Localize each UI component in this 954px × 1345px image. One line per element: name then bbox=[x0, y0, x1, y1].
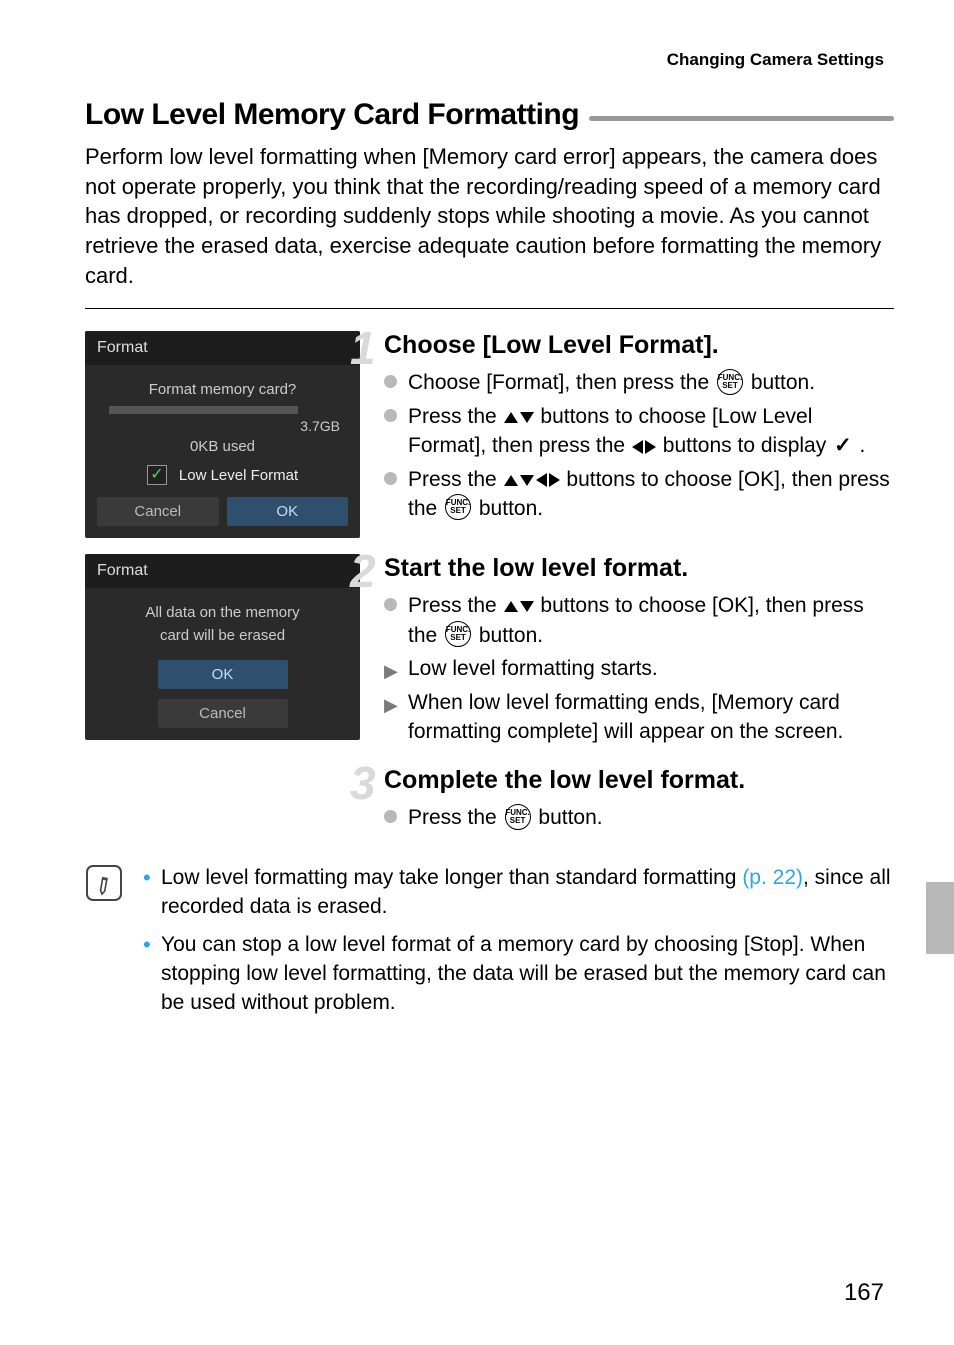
text: buttons to display bbox=[663, 434, 832, 457]
step-number-2: 2 bbox=[350, 544, 376, 598]
note-1: • Low level formatting may take longer t… bbox=[143, 863, 894, 922]
text: button. bbox=[538, 806, 602, 829]
step-1-item-3: Press the buttons to choose [OK], then p… bbox=[384, 465, 894, 524]
bullet-icon bbox=[384, 598, 397, 611]
left-arrow-icon bbox=[632, 440, 643, 454]
text: Press the bbox=[408, 468, 503, 491]
bullet-icon bbox=[384, 472, 397, 485]
step-1-title: Choose [Low Level Format]. bbox=[384, 331, 894, 360]
step-3-row: 3 Complete the low level format. Press t… bbox=[85, 766, 894, 836]
note-bullet-icon: • bbox=[143, 930, 151, 961]
step-2-item-1: Press the buttons to choose [OK], then p… bbox=[384, 591, 894, 650]
text: button. bbox=[479, 497, 543, 520]
capacity-value: 3.7GB bbox=[300, 418, 340, 434]
text: Choose [Format], then press the bbox=[408, 371, 715, 394]
check-icon: ✓ bbox=[150, 467, 163, 483]
down-arrow-icon bbox=[520, 601, 534, 612]
text: Press the bbox=[408, 806, 503, 829]
text: You can stop a low level format of a mem… bbox=[161, 933, 886, 1015]
camera-screen-format: Format Format memory card? 3.7GB 0KB use… bbox=[85, 331, 360, 538]
check-icon: ✓ bbox=[834, 434, 852, 457]
down-arrow-icon bbox=[520, 475, 534, 486]
bullet-icon bbox=[384, 375, 397, 388]
step-number-3: 3 bbox=[350, 756, 376, 810]
notes-box: • Low level formatting may take longer t… bbox=[85, 863, 894, 1026]
used-value: 0KB used bbox=[97, 438, 348, 455]
screen2-title: Format bbox=[85, 554, 360, 588]
ok-button[interactable]: OK bbox=[227, 497, 349, 526]
step-1-item-1: Choose [Format], then press the FUNC.SET… bbox=[384, 368, 894, 397]
up-arrow-icon bbox=[504, 412, 518, 423]
note-pencil-icon bbox=[86, 865, 122, 901]
note-2: • You can stop a low level format of a m… bbox=[143, 930, 894, 1018]
func-set-icon: FUNC.SET bbox=[505, 804, 531, 830]
section-title: Low Level Memory Card Formatting bbox=[85, 98, 579, 132]
low-level-option-label: Low Level Format bbox=[179, 467, 298, 484]
capacity-bar bbox=[109, 406, 298, 414]
screen1-title: Format bbox=[85, 331, 360, 365]
screen2-line1: All data on the memory bbox=[97, 604, 348, 621]
right-arrow-icon bbox=[645, 440, 656, 454]
camera-screen-confirm: Format All data on the memory card will … bbox=[85, 554, 360, 740]
text: Press the bbox=[408, 405, 503, 428]
up-arrow-icon bbox=[504, 475, 518, 486]
checkbox-icon: ✓ bbox=[147, 465, 167, 485]
intro-paragraph: Perform low level formatting when [Memor… bbox=[85, 142, 894, 290]
note-bullet-icon: • bbox=[143, 863, 151, 894]
cancel-button[interactable]: Cancel bbox=[97, 497, 219, 526]
step-number-1: 1 bbox=[350, 321, 376, 375]
step-2-item-3: ▶ When low level formatting ends, [Memor… bbox=[384, 688, 894, 747]
func-set-icon: FUNC.SET bbox=[717, 369, 743, 395]
func-set-icon: FUNC.SET bbox=[445, 494, 471, 520]
text: button. bbox=[479, 624, 543, 647]
text: . bbox=[860, 434, 866, 457]
step-2-item-2: ▶ Low level formatting starts. bbox=[384, 654, 894, 683]
step-1-item-2: Press the buttons to choose [Low Level F… bbox=[384, 402, 894, 461]
page-link[interactable]: (p. 22) bbox=[742, 866, 803, 889]
step-2-bullets: Press the buttons to choose [OK], then p… bbox=[384, 591, 894, 746]
ok-button[interactable]: OK bbox=[158, 660, 288, 689]
low-level-option-row[interactable]: ✓ Low Level Format bbox=[97, 465, 348, 485]
bullet-icon bbox=[384, 409, 397, 422]
text: Low level formatting may take longer tha… bbox=[161, 866, 742, 889]
text: button. bbox=[751, 371, 815, 394]
result-arrow-icon: ▶ bbox=[384, 693, 398, 718]
left-arrow-icon bbox=[536, 473, 547, 487]
step-2-row: Format All data on the memory card will … bbox=[85, 554, 894, 750]
bullet-icon bbox=[384, 810, 397, 823]
result-arrow-icon: ▶ bbox=[384, 659, 398, 684]
down-arrow-icon bbox=[520, 412, 534, 423]
step-1-row: Format Format memory card? 3.7GB 0KB use… bbox=[85, 331, 894, 538]
text: When low level formatting ends, [Memory … bbox=[408, 691, 843, 743]
step-3-item-1: Press the FUNC.SET button. bbox=[384, 803, 894, 832]
side-tab bbox=[926, 882, 954, 954]
divider bbox=[85, 308, 894, 309]
step-3-bullets: Press the FUNC.SET button. bbox=[384, 803, 894, 832]
text: Press the bbox=[408, 594, 503, 617]
screen1-prompt: Format memory card? bbox=[97, 381, 348, 398]
title-rule bbox=[589, 116, 894, 121]
breadcrumb: Changing Camera Settings bbox=[85, 50, 894, 70]
text: Low level formatting starts. bbox=[408, 657, 658, 680]
step-3-title: Complete the low level format. bbox=[384, 766, 894, 795]
up-arrow-icon bbox=[504, 601, 518, 612]
func-set-icon: FUNC.SET bbox=[445, 621, 471, 647]
right-arrow-icon bbox=[549, 473, 560, 487]
page-number: 167 bbox=[844, 1279, 884, 1307]
step-1-bullets: Choose [Format], then press the FUNC.SET… bbox=[384, 368, 894, 523]
screen2-line2: card will be erased bbox=[97, 627, 348, 644]
step-2-title: Start the low level format. bbox=[384, 554, 894, 583]
cancel-button[interactable]: Cancel bbox=[158, 699, 288, 728]
